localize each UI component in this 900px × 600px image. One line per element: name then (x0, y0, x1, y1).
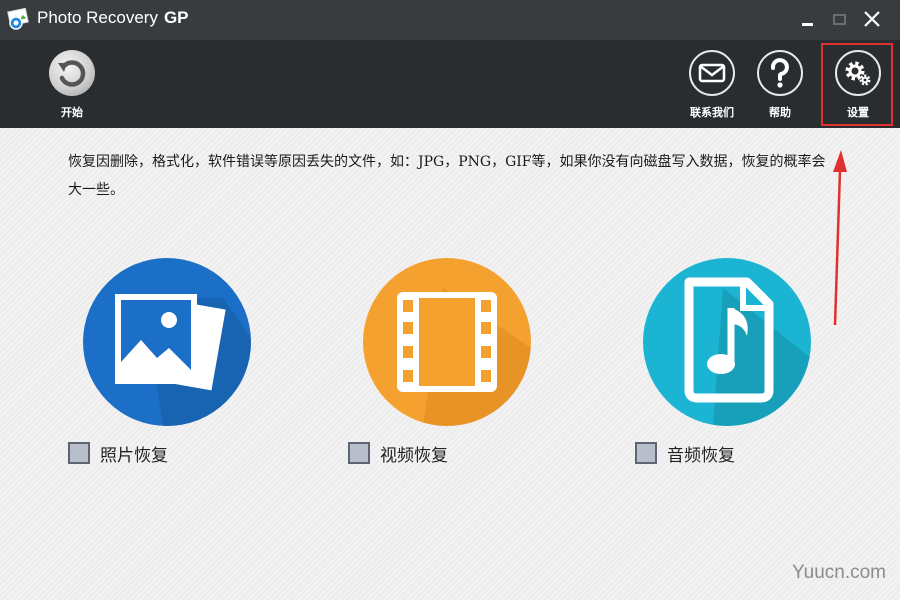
help-icon-circle (757, 50, 803, 96)
audio-recovery-option[interactable]: 音频恢复 (635, 440, 735, 466)
watermark-text: Yuucn.com (792, 562, 886, 583)
start-label: 开始 (61, 106, 83, 119)
music-file-icon (684, 277, 811, 426)
description-text: 恢复因删除，格式化，软件错误等原因丢失的文件，如：JPG，PNG，GIF等，如果… (68, 154, 826, 198)
mail-icon (698, 63, 726, 83)
audio-recovery-checkbox[interactable] (635, 442, 657, 464)
window-title: Photo Recovery GP (37, 8, 189, 28)
minimize-icon[interactable] (795, 6, 821, 32)
contact-us-label: 联系我们 (690, 106, 734, 119)
video-recovery-label: 视频恢复 (380, 445, 448, 466)
video-recovery-feature (363, 258, 533, 468)
toolbar: 开始 联系我们 帮助 设置 (0, 40, 900, 128)
photo-recovery-label: 照片恢复 (100, 445, 168, 466)
photo-recovery-circle[interactable] (83, 258, 251, 426)
video-recovery-checkbox[interactable] (348, 442, 370, 464)
photo-recovery-checkbox[interactable] (68, 442, 90, 464)
video-recovery-option[interactable]: 视频恢复 (348, 440, 448, 466)
photo-recovery-option[interactable]: 照片恢复 (68, 440, 168, 466)
audio-recovery-feature (643, 258, 813, 468)
start-button[interactable]: 开始 (40, 50, 104, 122)
audio-recovery-label: 音频恢复 (667, 445, 735, 466)
title-bar: Photo Recovery GP (0, 0, 900, 40)
film-icon (397, 288, 531, 426)
close-icon[interactable] (859, 6, 885, 32)
help-label: 帮助 (769, 106, 791, 119)
photo-recovery-feature (83, 258, 253, 468)
audio-recovery-circle[interactable] (643, 258, 811, 426)
window-title-suffix: GP (163, 8, 189, 27)
contact-us-button[interactable]: 联系我们 (680, 50, 744, 122)
window-title-text: Photo Recovery (37, 8, 158, 27)
app-logo-icon (7, 7, 29, 30)
settings-highlight-box (821, 43, 893, 126)
photo-icon (115, 294, 251, 426)
help-button[interactable]: 帮助 (748, 50, 812, 122)
question-mark-icon (770, 58, 789, 88)
video-recovery-circle[interactable] (363, 258, 531, 426)
maximize-icon[interactable] (826, 6, 852, 32)
contact-icon-circle (689, 50, 735, 96)
start-icon-circle (49, 50, 95, 96)
restart-icon (58, 60, 86, 87)
main-content: 恢复因删除，格式化，软件错误等原因丢失的文件，如：JPG，PNG，GIF等，如果… (0, 128, 900, 600)
